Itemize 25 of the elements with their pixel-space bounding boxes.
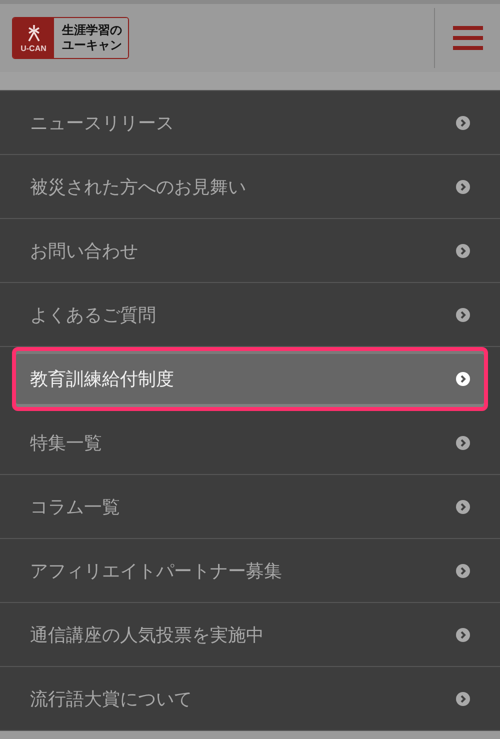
menu-item[interactable]: ニュースリリース [0, 91, 500, 155]
logo-title: ユーキャン [62, 38, 122, 53]
logo[interactable]: U-CAN 生涯学習の ユーキャン [12, 17, 129, 59]
logo-text: U-CAN [20, 44, 46, 52]
logo-mark-icon [26, 24, 42, 42]
chevron-icon [456, 564, 470, 578]
chevron-icon [456, 628, 470, 642]
menu-item[interactable]: コラム一覧 [0, 475, 500, 539]
menu-item[interactable]: 教育訓練給付制度 [12, 347, 488, 411]
chevron-icon [456, 116, 470, 130]
chevron-icon [456, 500, 470, 514]
menu-item[interactable]: アフィリエイトパートナー募集 [0, 539, 500, 603]
chevron-icon [456, 692, 470, 706]
menu-item[interactable]: 通信講座の人気投票を実施中 [0, 603, 500, 667]
menu-item[interactable]: お問い合わせ [0, 219, 500, 283]
chevron-icon [456, 180, 470, 194]
chevron-icon [456, 308, 470, 322]
menu-icon [452, 25, 482, 51]
menu-item[interactable]: 特集一覧 [0, 411, 500, 475]
chevron-icon [456, 436, 470, 450]
chevron-icon [456, 372, 470, 386]
menu-item[interactable]: 流行語大賞について [0, 667, 500, 731]
logo-title: 生涯学習の [62, 23, 122, 38]
menu-item[interactable]: 被災された方へのお見舞い [0, 155, 500, 219]
chevron-icon [456, 244, 470, 258]
